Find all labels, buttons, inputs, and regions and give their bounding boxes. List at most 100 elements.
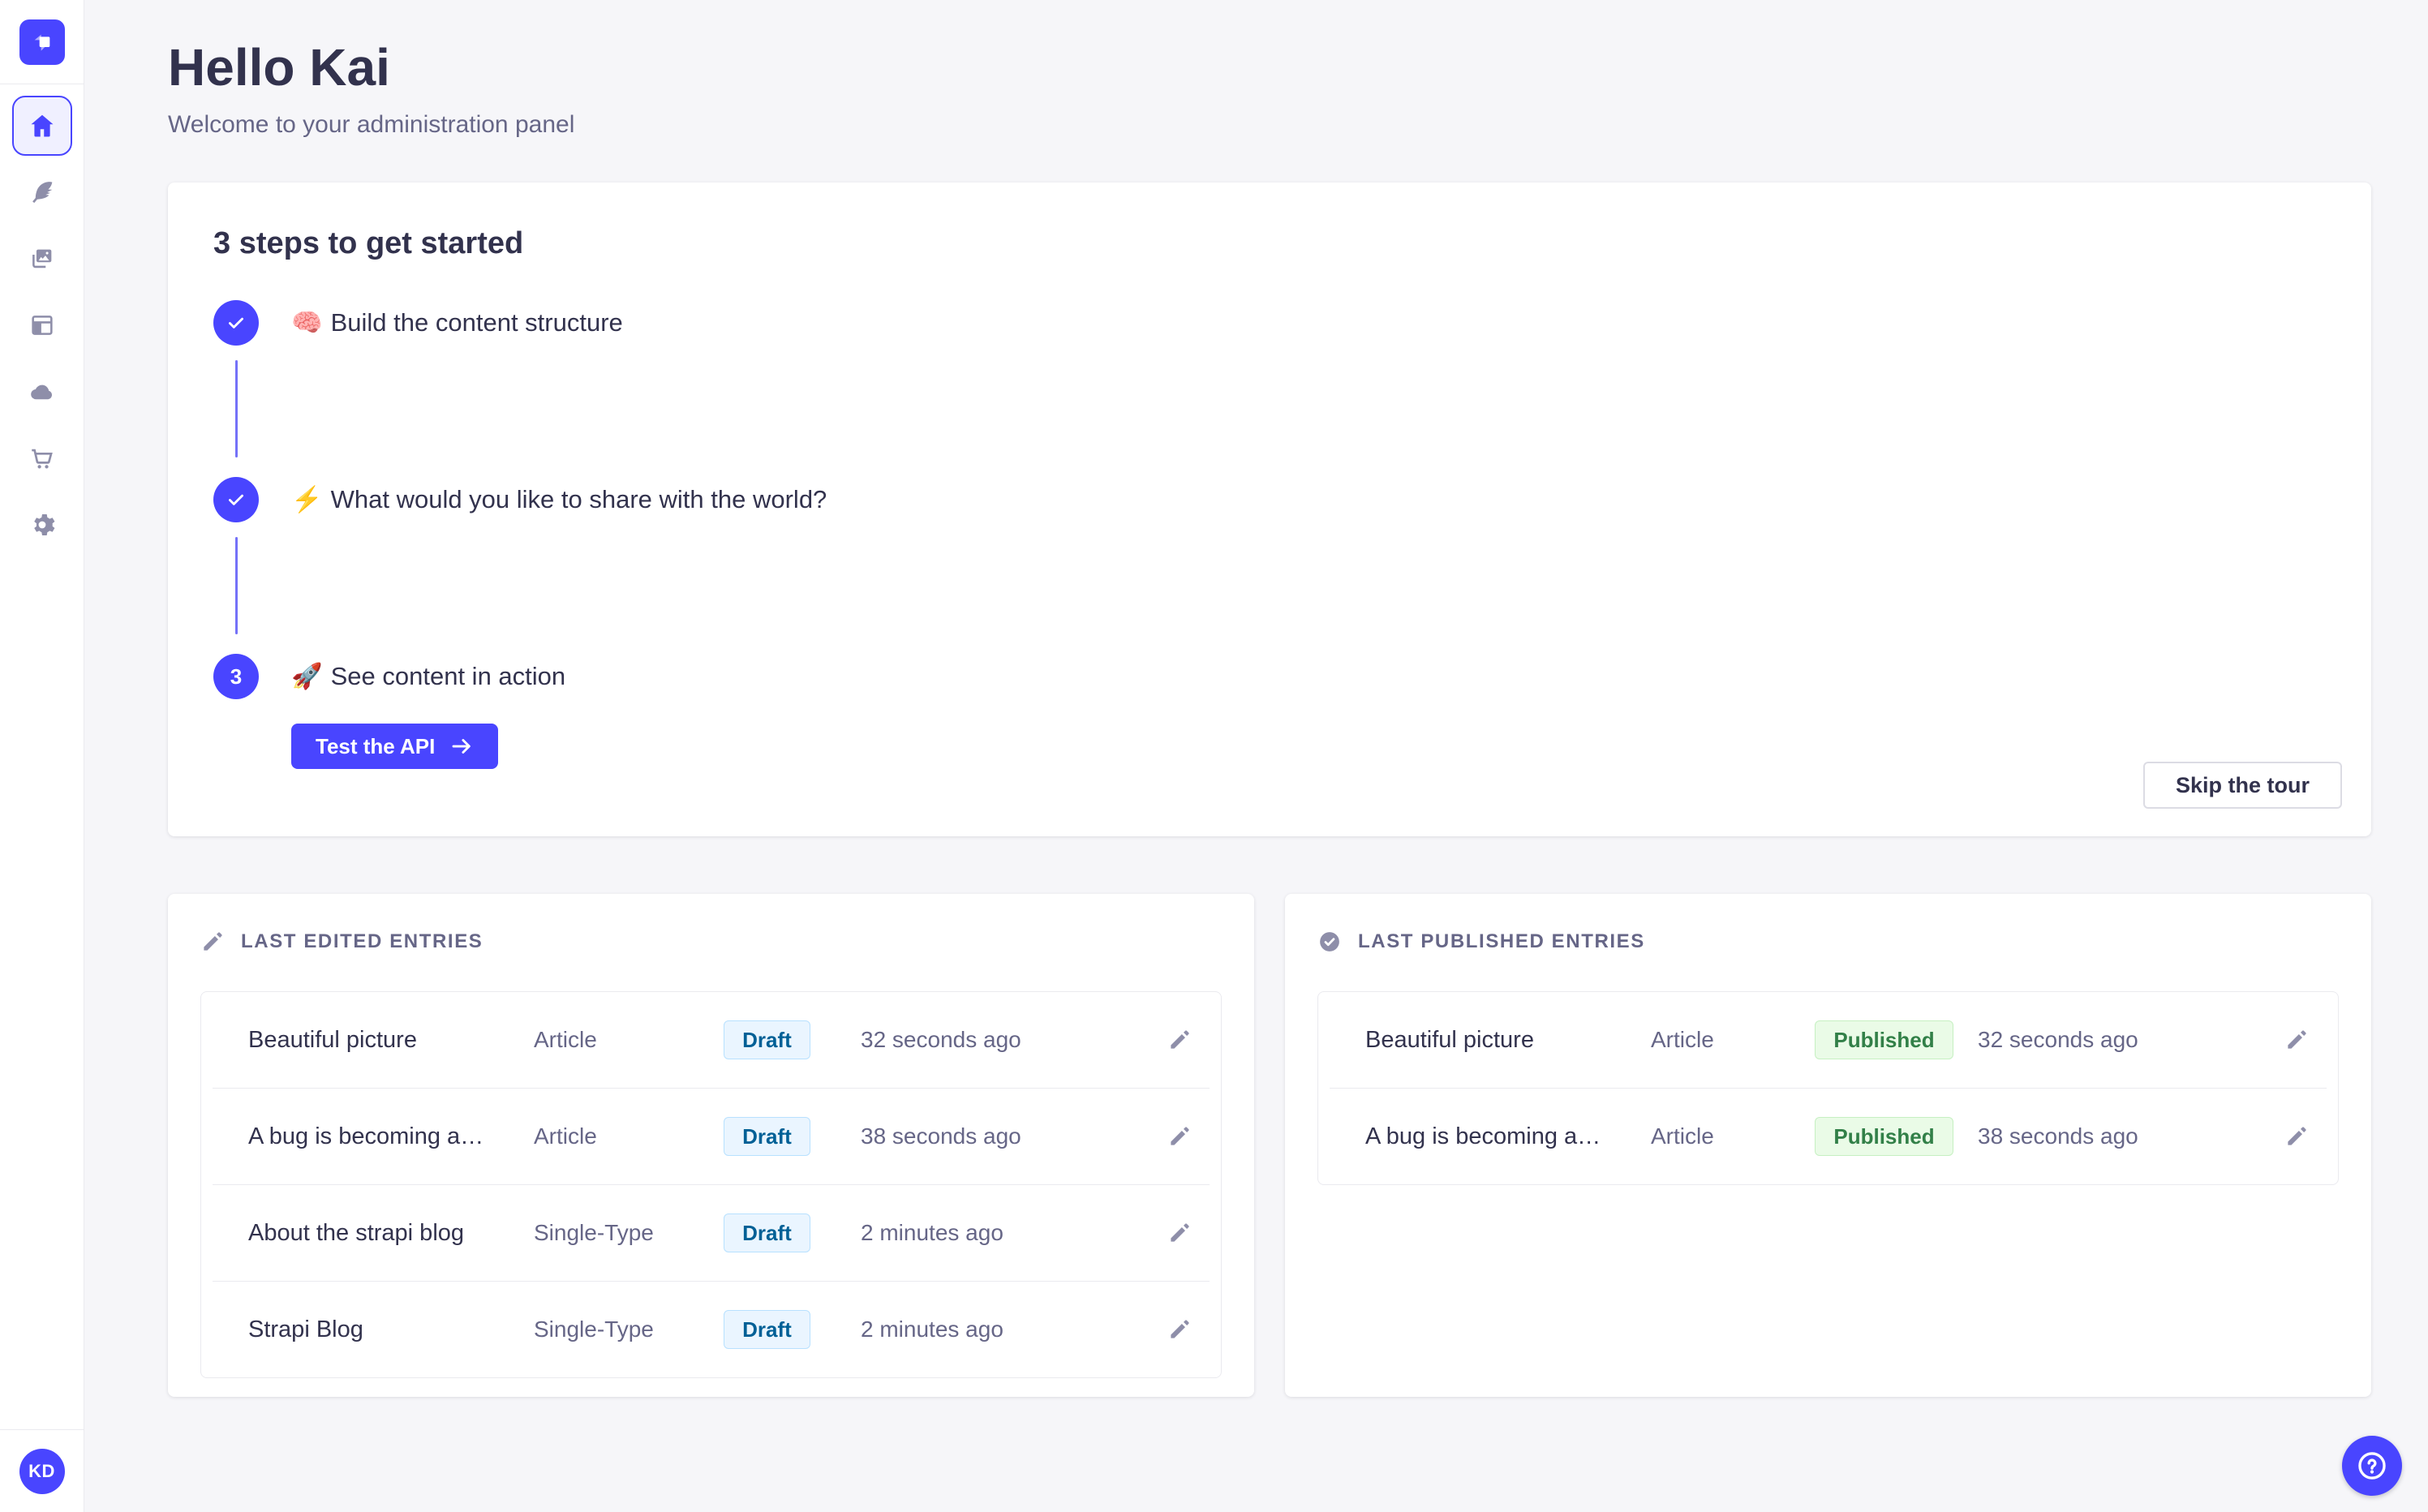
cloud-icon xyxy=(28,378,56,406)
pencil-icon xyxy=(1167,1317,1192,1342)
onboarding-card: 3 steps to get started 🧠 Build the conten… xyxy=(168,183,2371,837)
edit-entry-button[interactable] xyxy=(2284,1124,2309,1149)
entry-title: About the strapi blog xyxy=(248,1219,465,1246)
strapi-logo-icon xyxy=(29,29,55,55)
avatar[interactable]: KD xyxy=(19,1448,65,1494)
step-3-number-circle: 3 xyxy=(213,654,259,700)
entry-type: Article xyxy=(534,1027,597,1053)
entry-type: Article xyxy=(534,1123,597,1149)
last-edited-card: LAST EDITED ENTRIES Beautiful picture Ar… xyxy=(168,894,1254,1398)
edit-entry-button[interactable] xyxy=(1167,1317,1192,1342)
entries-row: LAST EDITED ENTRIES Beautiful picture Ar… xyxy=(168,894,2371,1398)
pencil-icon xyxy=(200,930,225,954)
status-badge: Draft xyxy=(724,1310,810,1350)
layout-icon xyxy=(28,311,56,339)
table-row[interactable]: Beautiful picture Article Published 32 s… xyxy=(1318,992,2338,1088)
brain-emoji: 🧠 xyxy=(291,308,323,337)
sidebar-item-deploy[interactable] xyxy=(0,359,84,425)
pencil-icon xyxy=(1167,1124,1192,1149)
sidebar-item-content-type-builder[interactable] xyxy=(0,292,84,359)
last-published-card: LAST PUBLISHED ENTRIES Beautiful picture… xyxy=(1285,894,2371,1398)
entry-type: Article xyxy=(1651,1027,1714,1053)
entry-time: 32 seconds ago xyxy=(1978,1027,2138,1053)
home-active-indicator xyxy=(11,96,72,156)
page-title: Hello Kai xyxy=(168,38,390,97)
table-row[interactable]: Strapi Blog Single-Type Draft 2 minutes … xyxy=(201,1282,1221,1377)
entry-time: 32 seconds ago xyxy=(861,1027,1021,1053)
pencil-icon xyxy=(1167,1221,1192,1245)
status-badge: Published xyxy=(1815,1020,1953,1060)
last-published-table: Beautiful picture Article Published 32 s… xyxy=(1317,991,2339,1186)
last-edited-title: LAST EDITED ENTRIES xyxy=(241,930,483,953)
step-3-text: See content in action xyxy=(330,662,566,691)
gear-icon xyxy=(28,511,56,539)
entry-time: 2 minutes ago xyxy=(861,1317,1003,1342)
step-3-label[interactable]: 🚀 See content in action xyxy=(291,654,565,699)
sidebar: KD xyxy=(0,0,84,1512)
last-edited-header: LAST EDITED ENTRIES xyxy=(200,930,1222,954)
main-content: Hello Kai Welcome to your administration… xyxy=(84,0,2428,1512)
table-row[interactable]: A bug is becoming a… Article Draft 38 se… xyxy=(201,1089,1221,1184)
entry-title: Beautiful picture xyxy=(248,1026,417,1053)
pencil-icon xyxy=(2284,1028,2309,1052)
step-2-label[interactable]: ⚡ What would you like to share with the w… xyxy=(291,477,827,522)
sidebar-item-settings[interactable] xyxy=(0,492,84,558)
entry-title: A bug is becoming a… xyxy=(1365,1123,1601,1149)
step-1-text: Build the content structure xyxy=(330,308,623,337)
question-icon xyxy=(2355,1449,2389,1483)
skip-tour-button[interactable]: Skip the tour xyxy=(2142,762,2342,810)
entry-time: 38 seconds ago xyxy=(1978,1123,2138,1149)
table-row[interactable]: Beautiful picture Article Draft 32 secon… xyxy=(201,992,1221,1088)
last-published-title: LAST PUBLISHED ENTRIES xyxy=(1358,930,1645,953)
table-row[interactable]: A bug is becoming a… Article Published 3… xyxy=(1318,1089,2338,1184)
home-icon xyxy=(28,111,57,140)
step-2-text: What would you like to share with the wo… xyxy=(330,485,827,514)
step-1-check-circle xyxy=(213,300,259,346)
sidebar-nav xyxy=(0,92,84,558)
pencil-icon xyxy=(1167,1028,1192,1052)
sidebar-item-home[interactable] xyxy=(0,92,84,159)
entry-type: Single-Type xyxy=(534,1220,654,1246)
images-icon xyxy=(28,245,56,273)
status-badge: Draft xyxy=(724,1117,810,1157)
help-button[interactable] xyxy=(2342,1436,2402,1496)
test-api-button[interactable]: Test the API xyxy=(291,724,499,770)
sidebar-item-media-library[interactable] xyxy=(0,226,84,292)
status-badge: Published xyxy=(1815,1117,1953,1157)
step-see-content-in-action: 3 🚀 See content in action Test the API xyxy=(213,654,2326,770)
edit-entry-button[interactable] xyxy=(2284,1028,2309,1052)
onboarding-title: 3 steps to get started xyxy=(213,226,524,261)
check-circle-icon xyxy=(1317,930,1342,954)
step-1-label[interactable]: 🧠 Build the content structure xyxy=(291,300,623,346)
arrow-right-icon xyxy=(449,734,474,758)
sidebar-item-content-manager[interactable] xyxy=(0,159,84,226)
step-share-with-world: ⚡ What would you like to share with the w… xyxy=(213,477,2326,654)
edit-entry-button[interactable] xyxy=(1167,1028,1192,1052)
zap-emoji: ⚡ xyxy=(291,485,323,514)
status-badge: Draft xyxy=(724,1213,810,1253)
last-published-header: LAST PUBLISHED ENTRIES xyxy=(1317,930,2339,954)
entry-time: 38 seconds ago xyxy=(861,1123,1021,1149)
edit-entry-button[interactable] xyxy=(1167,1221,1192,1245)
check-icon xyxy=(226,312,247,333)
entry-title: A bug is becoming a… xyxy=(248,1123,484,1149)
pencil-icon xyxy=(2284,1124,2309,1149)
status-badge: Draft xyxy=(724,1020,810,1060)
page-subtitle: Welcome to your administration panel xyxy=(168,111,575,139)
feather-icon xyxy=(28,178,56,206)
entry-title: Strapi Blog xyxy=(248,1316,363,1342)
sidebar-item-marketplace[interactable] xyxy=(0,425,84,492)
step-2-check-circle xyxy=(213,477,259,523)
onboarding-steps: 🧠 Build the content structure ⚡ What would… xyxy=(213,300,2326,770)
sidebar-footer: KD xyxy=(0,1429,84,1512)
test-api-button-label: Test the API xyxy=(316,733,436,758)
check-icon xyxy=(226,489,247,510)
entry-type: Single-Type xyxy=(534,1317,654,1342)
entry-time: 2 minutes ago xyxy=(861,1220,1003,1246)
last-edited-table: Beautiful picture Article Draft 32 secon… xyxy=(200,991,1222,1379)
edit-entry-button[interactable] xyxy=(1167,1124,1192,1149)
table-row[interactable]: About the strapi blog Single-Type Draft … xyxy=(201,1185,1221,1281)
entry-type: Article xyxy=(1651,1123,1714,1149)
step-build-content-structure: 🧠 Build the content structure xyxy=(213,300,2326,477)
strapi-logo[interactable] xyxy=(19,19,65,65)
